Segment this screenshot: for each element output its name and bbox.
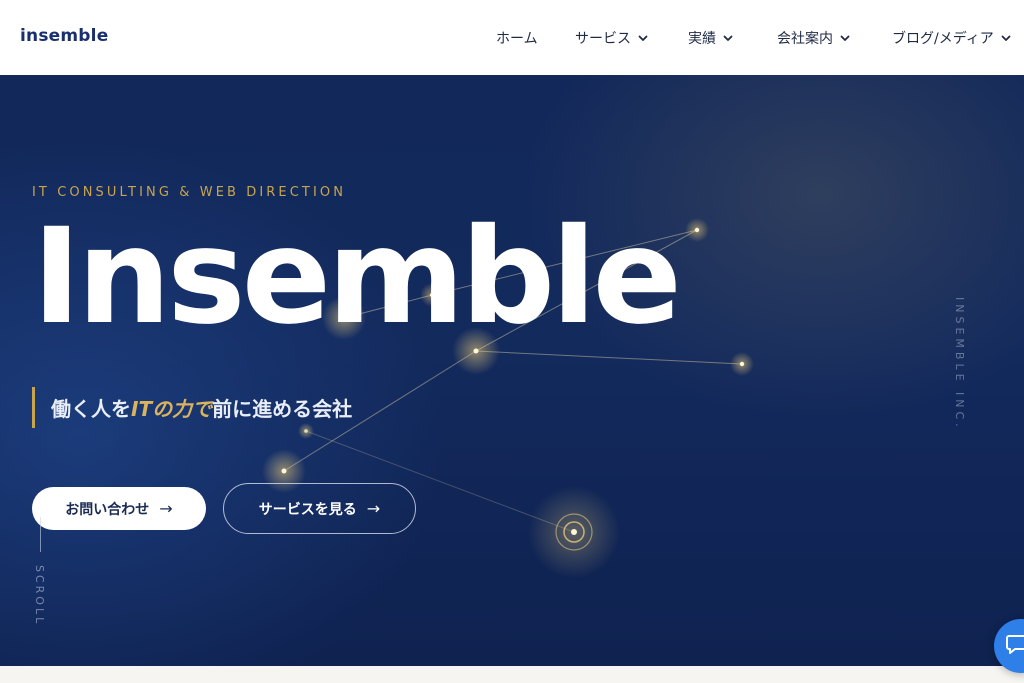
chevron-down-icon <box>1001 35 1011 41</box>
arrow-right-icon: → <box>366 499 381 518</box>
chevron-down-icon <box>723 35 733 41</box>
scroll-label: SCROLL <box>33 565 46 627</box>
nav-item-company[interactable]: 会社案内 <box>777 28 851 48</box>
view-services-label: サービスを見る <box>258 501 357 518</box>
next-section-edge <box>0 666 1024 683</box>
hero-tagline: IT CONSULTING & WEB DIRECTION <box>32 185 347 200</box>
nav-item-label: 会社案内 <box>777 31 833 47</box>
nav-item-home[interactable]: ホーム <box>496 28 538 48</box>
hero-section: IT CONSULTING & WEB DIRECTION Insemble 働… <box>0 75 1024 666</box>
site-logo[interactable]: insemble <box>20 26 108 46</box>
nav-item-label: サービス <box>575 31 631 47</box>
vertical-brand-text: INSEMBLE INC. <box>953 297 966 431</box>
subcopy-after: 前に進める会社 <box>212 397 353 421</box>
view-services-button[interactable]: サービスを見る → <box>223 483 416 534</box>
contact-button[interactable]: お問い合わせ → <box>32 487 206 530</box>
nav-item-works[interactable]: 実績 <box>688 28 734 48</box>
subcopy-before: 働く人を <box>51 397 131 421</box>
scroll-indicator-line <box>40 517 41 552</box>
nav-item-label: 実績 <box>688 31 716 47</box>
chevron-down-icon <box>638 35 648 41</box>
nav-item-blog[interactable]: ブログ/メディア <box>892 28 1012 48</box>
contact-button-label: お問い合わせ <box>65 501 150 518</box>
nav-item-label: ブログ/メディア <box>892 31 994 47</box>
hero-subcopy: 働く人を ITの力で 前に進める会社 <box>32 387 352 428</box>
chevron-down-icon <box>840 35 850 41</box>
arrow-right-icon: → <box>159 499 173 518</box>
nav-item-label: ホーム <box>496 31 538 47</box>
nav-item-services[interactable]: サービス <box>575 28 649 48</box>
constellation-graphic <box>262 218 754 578</box>
site-header: insemble ホーム サービス 実績 会社案内 ブログ/メディア <box>0 0 1024 75</box>
hero-title: Insemble <box>32 200 682 354</box>
subcopy-accent: ITの力で <box>131 397 213 421</box>
chat-bubble-icon <box>1006 635 1024 654</box>
